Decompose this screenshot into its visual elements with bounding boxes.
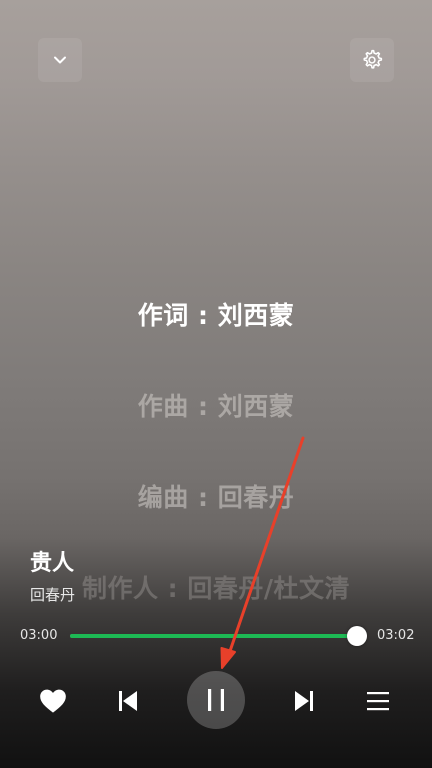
song-artist[interactable]: 回春丹	[30, 584, 75, 605]
annotation-arrow	[220, 436, 305, 669]
pause-button[interactable]	[187, 671, 245, 729]
previous-button[interactable]	[105, 678, 151, 724]
pause-icon	[208, 689, 224, 711]
music-player-screen: 作词 : 刘西蒙 作曲 : 刘西蒙 编曲 : 回春丹 制作人 : 回春丹/杜文清…	[0, 0, 432, 768]
progress-fill	[70, 634, 357, 638]
lyric-line[interactable]: 作曲 : 刘西蒙	[0, 387, 432, 423]
progress-thumb[interactable]	[346, 626, 367, 646]
gear-icon	[363, 49, 383, 69]
total-time: 03:02	[377, 628, 415, 643]
heart-icon	[40, 689, 66, 713]
lyric-line-current[interactable]: 作词 : 刘西蒙	[0, 296, 432, 332]
chevron-down-icon	[54, 56, 66, 64]
skip-previous-icon	[119, 691, 137, 711]
next-button[interactable]	[281, 678, 327, 724]
queue-button[interactable]	[355, 678, 401, 724]
song-title: 贵人	[30, 551, 75, 576]
current-time: 03:00	[20, 628, 58, 643]
menu-icon	[367, 692, 389, 711]
settings-button[interactable]	[350, 38, 394, 82]
like-button[interactable]	[30, 678, 76, 724]
collapse-button[interactable]	[38, 38, 82, 82]
progress-bar[interactable]	[70, 634, 360, 638]
lyric-line[interactable]: 编曲 : 回春丹	[0, 478, 432, 514]
skip-next-icon	[295, 691, 313, 711]
